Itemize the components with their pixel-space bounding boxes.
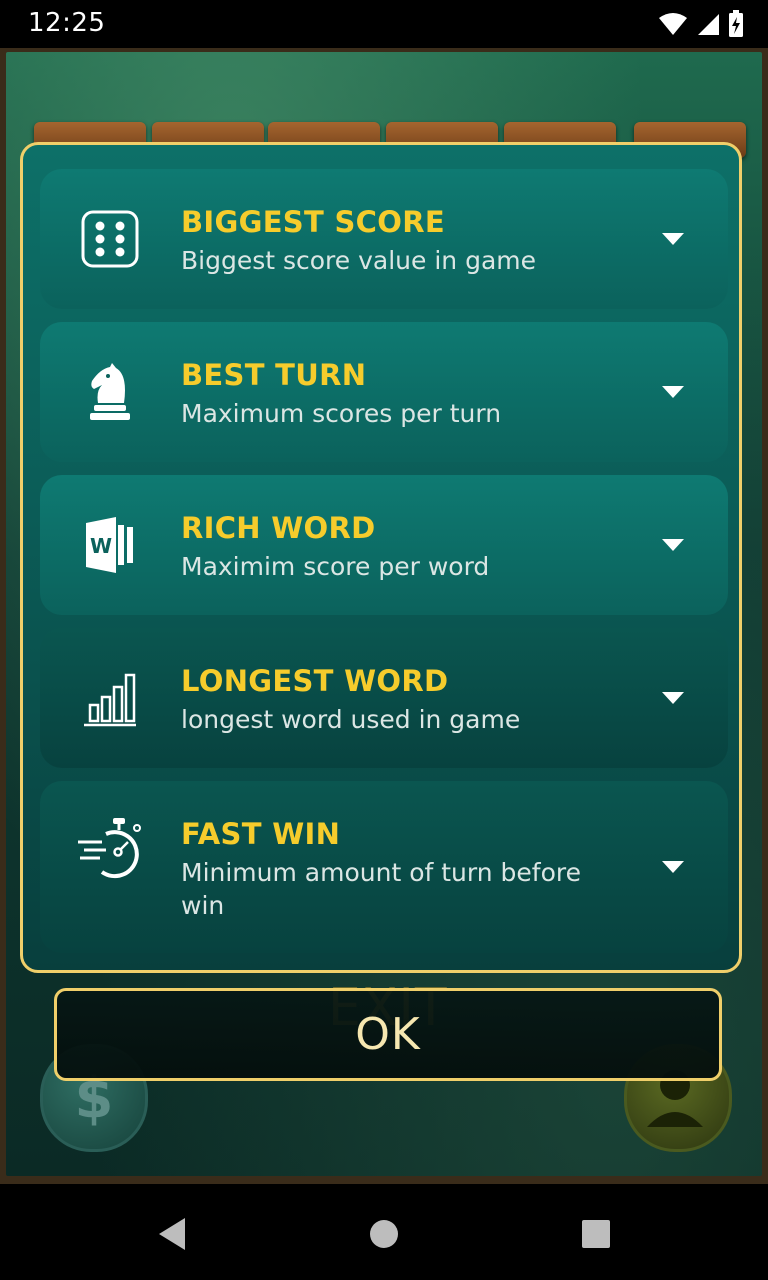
battery-charging-icon <box>729 10 743 37</box>
cell-signal-icon <box>698 14 719 35</box>
wifi-icon <box>659 13 687 35</box>
stat-title: BIGGEST SCORE <box>181 205 445 239</box>
stat-title: LONGEST WORD <box>181 664 449 698</box>
statistics-dialog: BIGGEST SCORE Biggest score value in gam… <box>20 142 742 973</box>
stat-card-rich-word[interactable]: W RICH WORD Maximim score per word <box>40 475 728 615</box>
stat-subtitle: Minimum amount of turn before win <box>181 858 581 920</box>
stat-title: BEST TURN <box>181 358 367 392</box>
status-icons <box>658 10 744 38</box>
back-button[interactable] <box>154 1216 190 1252</box>
word-document-icon: W <box>78 513 142 577</box>
navigation-bar <box>0 1184 768 1280</box>
chevron-down-icon[interactable] <box>660 688 686 708</box>
stat-title: RICH WORD <box>181 511 376 545</box>
chess-knight-icon <box>78 360 142 424</box>
dice-icon <box>78 207 142 271</box>
chevron-down-icon[interactable] <box>660 857 686 877</box>
recents-button[interactable] <box>578 1216 614 1252</box>
stat-card-biggest-score[interactable]: BIGGEST SCORE Biggest score value in gam… <box>40 169 728 309</box>
stat-subtitle: Biggest score value in game <box>181 246 537 275</box>
stat-card-fast-win[interactable]: FAST WIN Minimum amount of turn before w… <box>40 781 728 953</box>
ok-button[interactable]: OK <box>54 988 722 1081</box>
chevron-down-icon[interactable] <box>660 229 686 249</box>
chevron-down-icon[interactable] <box>660 535 686 555</box>
status-time: 12:25 <box>28 8 106 38</box>
status-bar: 12:25 <box>0 0 768 48</box>
stat-card-longest-word[interactable]: LONGEST WORD longest word used in game <box>40 628 728 768</box>
chevron-down-icon[interactable] <box>660 382 686 402</box>
stat-subtitle: Maximum scores per turn <box>181 399 502 428</box>
home-icon <box>370 1220 398 1248</box>
svg-text:W: W <box>90 534 112 558</box>
home-button[interactable] <box>366 1216 402 1252</box>
back-icon <box>159 1218 185 1250</box>
bar-chart-icon <box>78 666 142 730</box>
stat-title: FAST WIN <box>181 817 341 851</box>
stat-subtitle: Maximim score per word <box>181 552 490 581</box>
recents-icon <box>582 1220 610 1248</box>
stopwatch-icon <box>76 815 144 879</box>
stat-card-best-turn[interactable]: BEST TURN Maximum scores per turn <box>40 322 728 462</box>
stat-subtitle: longest word used in game <box>181 705 521 734</box>
